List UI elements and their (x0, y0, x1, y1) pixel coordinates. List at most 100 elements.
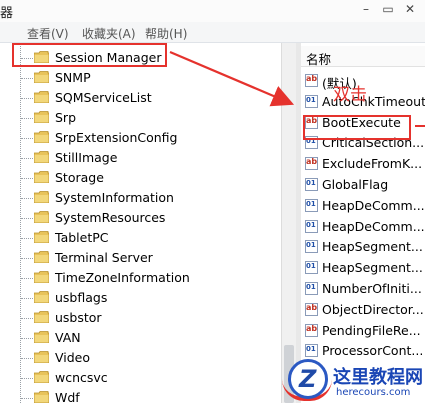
binary-value-icon (305, 94, 318, 108)
close-button[interactable]: ✕ (399, 0, 421, 18)
column-header-label: 名称 (306, 52, 332, 67)
tree-item-label: SQMServiceList (55, 90, 152, 105)
tree-connector (21, 138, 33, 139)
value-item-label: PendingFileRe... (322, 322, 421, 338)
folder-icon (34, 311, 49, 323)
tree-item[interactable]: Srp (0, 108, 281, 128)
tree-item-label: Terminal Server (55, 250, 153, 265)
tree-connector (21, 198, 33, 199)
folder-icon (34, 171, 49, 183)
menu-help[interactable]: 帮助(H) (145, 25, 187, 42)
tree-item-label: Storage (55, 170, 104, 185)
menu-bar: 查看(V) 收藏夹(A) 帮助(H) (0, 22, 425, 43)
value-item[interactable]: ExcludeFromK... (301, 154, 425, 175)
window-controls: – ▭ ✕ (355, 0, 421, 18)
tree-connector (21, 78, 33, 79)
folder-icon (34, 231, 49, 243)
string-value-icon (305, 302, 318, 316)
tree-connector (21, 98, 33, 99)
tree-item[interactable]: Wdf (0, 388, 281, 403)
string-value-icon (305, 323, 318, 337)
tree-connector (21, 378, 33, 379)
tree-scrollbar[interactable] (281, 43, 297, 403)
tree-item[interactable]: VAN (0, 328, 281, 348)
highlight-bootexecute (303, 115, 411, 140)
folder-icon (34, 191, 49, 203)
binary-value-icon (305, 344, 318, 358)
tree-connector (21, 318, 33, 319)
folder-icon (34, 71, 49, 83)
folder-icon (34, 251, 49, 263)
tree-item[interactable]: TabletPC (0, 228, 281, 248)
binary-value-icon (305, 261, 318, 275)
column-header-name[interactable]: 名称 (301, 46, 425, 67)
tree-item[interactable]: SystemInformation (0, 188, 281, 208)
tree-item[interactable]: SNMP (0, 68, 281, 88)
value-item[interactable]: ObjectDirector... (301, 300, 425, 321)
tree-connector (21, 298, 33, 299)
value-item[interactable]: HeapSegment... (301, 258, 425, 279)
tree-item[interactable]: SQMServiceList (0, 88, 281, 108)
tree-item[interactable]: usbstor (0, 308, 281, 328)
value-item[interactable]: GlobalFlag (301, 175, 425, 196)
value-item[interactable]: PendingFileRe... (301, 321, 425, 342)
tree-item-label: SystemResources (55, 210, 166, 225)
folder-icon (34, 331, 49, 343)
value-item[interactable]: HeapSegment... (301, 237, 425, 258)
value-item[interactable]: HeapDeComm... (301, 196, 425, 217)
tree-item[interactable]: Storage (0, 168, 281, 188)
tree-item[interactable]: Video (0, 348, 281, 368)
tree-item[interactable]: SystemResources (0, 208, 281, 228)
tree-item[interactable]: TimeZoneInformation (0, 268, 281, 288)
tree-item[interactable]: StillImage (0, 148, 281, 168)
tree-connector (21, 158, 33, 159)
tree-item-label: Video (55, 350, 91, 365)
tree-item-label: Srp (55, 110, 77, 125)
tree-connector (21, 218, 33, 219)
tree-item-label: SNMP (55, 70, 91, 85)
value-item[interactable]: HeapDeComm... (301, 217, 425, 238)
tree-item[interactable]: usbflags (0, 288, 281, 308)
binary-value-icon (305, 219, 318, 233)
watermark-en: herecours.com (336, 387, 411, 398)
folder-icon (34, 391, 49, 403)
value-item-label: ObjectDirector... (322, 301, 424, 317)
menu-view[interactable]: 查看(V) (27, 25, 69, 42)
minimize-button[interactable]: – (355, 0, 377, 18)
registry-tree[interactable]: Session Manager SNMP SQMServiceList Srp SrpE… (0, 43, 281, 403)
logo-icon: Z (288, 359, 328, 399)
folder-icon (34, 131, 49, 143)
tree-connector (21, 178, 33, 179)
binary-value-icon (305, 198, 318, 212)
binary-value-icon (305, 282, 318, 295)
folder-icon (34, 271, 49, 283)
tree-item-label: wcncsvc (55, 370, 108, 385)
value-item-label: HeapDeComm... (322, 218, 425, 234)
tree-connector (21, 398, 33, 399)
folder-icon (34, 291, 49, 303)
tree-item-label: usbstor (55, 310, 102, 325)
tree-item-label: TabletPC (55, 230, 109, 245)
tree-connector (21, 258, 33, 259)
value-item[interactable]: NumberOfIniti... (301, 279, 425, 300)
tree-item[interactable]: SrpExtensionConfig (0, 128, 281, 148)
tree-item[interactable]: Terminal Server (0, 248, 281, 268)
folder-icon (34, 91, 49, 103)
folder-icon (34, 151, 49, 163)
value-item-label: HeapSegment... (322, 260, 423, 276)
maximize-button[interactable]: ▭ (377, 0, 399, 18)
highlight-session-manager (12, 43, 167, 67)
tree-item-label: TimeZoneInformation (55, 270, 190, 285)
double-click-callout: 双击 (333, 85, 367, 105)
tree-connector (21, 278, 33, 279)
tree-item-label: SrpExtensionConfig (55, 130, 178, 145)
tree-connector (21, 238, 33, 239)
value-item-label: GlobalFlag (322, 177, 389, 192)
tree-item[interactable]: wcncsvc (0, 368, 281, 388)
tree-item-label: Wdf (55, 390, 80, 403)
menu-favorites[interactable]: 收藏夹(A) (82, 25, 136, 42)
title-bar: 器 – ▭ ✕ (0, 0, 425, 23)
tree-connector (21, 338, 33, 339)
watermark-logo: Z 这里教程网 herecours.com (278, 357, 425, 403)
string-value-icon (305, 157, 318, 171)
